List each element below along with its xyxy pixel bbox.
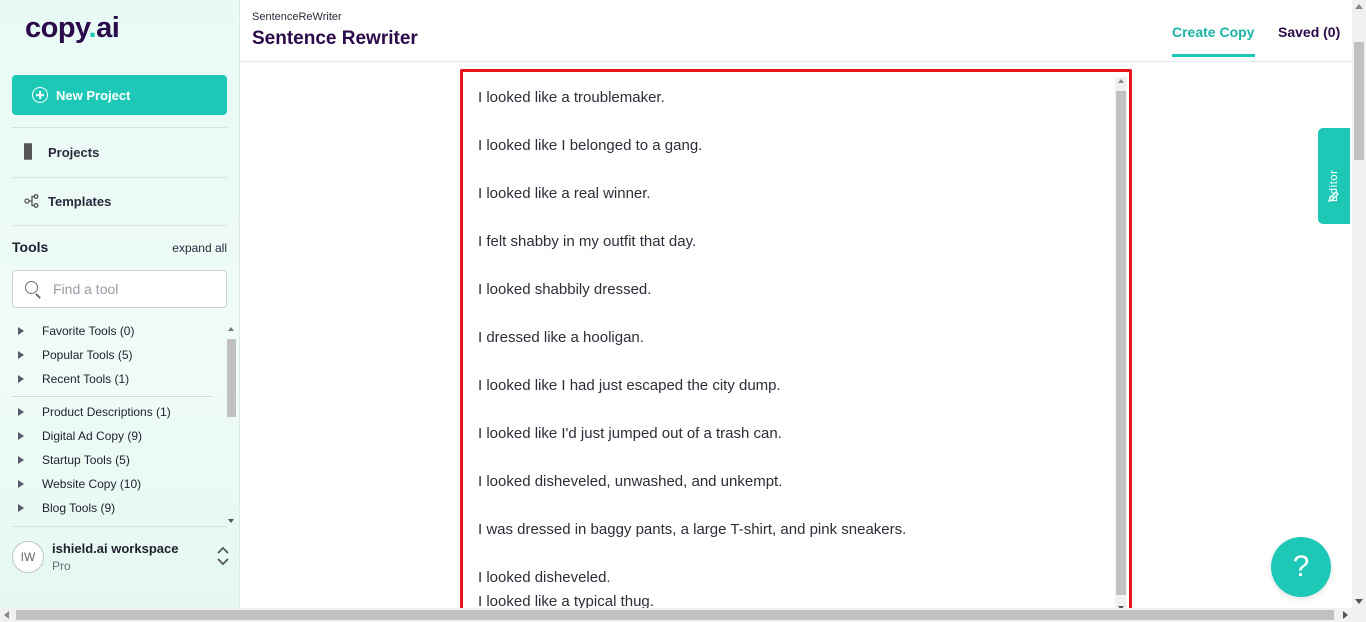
- caret-right-icon: [18, 432, 24, 440]
- tool-group-label: Favorite Tools (0): [42, 324, 135, 338]
- editor-blank-line: [478, 158, 1108, 182]
- caret-right-icon: [18, 375, 24, 383]
- templates-icon: [24, 193, 40, 209]
- breadcrumb[interactable]: SentenceReWriter: [252, 11, 342, 23]
- new-project-label: New Project: [56, 87, 131, 103]
- tab-create-copy[interactable]: Create Copy: [1172, 24, 1254, 40]
- scroll-up-arrow-icon[interactable]: [228, 327, 234, 331]
- scroll-up-arrow-icon[interactable]: [1118, 79, 1124, 83]
- tool-group-popular[interactable]: Popular Tools (5): [12, 348, 133, 362]
- scroll-up-arrow-icon[interactable]: [1355, 4, 1363, 9]
- templates-label: Templates: [48, 193, 112, 209]
- scroll-right-arrow-icon[interactable]: [1343, 611, 1348, 619]
- editor-blank-line: [478, 494, 1108, 518]
- editor-blank-line: [478, 542, 1108, 566]
- tool-list-divider: [12, 396, 212, 397]
- tool-group-list: Favorite Tools (0) Popular Tools (5) Rec…: [12, 320, 224, 525]
- editor-line: I looked like a real winner.: [478, 185, 651, 202]
- sidebar-divider: [12, 526, 227, 527]
- tools-title: Tools: [12, 239, 49, 255]
- output-editor[interactable]: I looked like a troublemaker. I looked li…: [460, 69, 1132, 614]
- editor-line: I was dressed in baggy pants, a large T-…: [478, 521, 907, 538]
- tool-group-label: Startup Tools (5): [42, 453, 130, 467]
- sidebar-divider: [12, 177, 227, 178]
- sidebar-item-projects[interactable]: Projects: [24, 143, 100, 160]
- editor-blank-line: [478, 446, 1108, 470]
- tools-header: Tools expand all: [12, 239, 227, 255]
- workspace-switcher[interactable]: IW ishield.ai workspace Pro: [12, 541, 230, 573]
- sidebar: copy.ai New Project Projects Templates T…: [0, 0, 240, 608]
- editor-side-tab-label: Editor: [1328, 169, 1340, 202]
- editor-blank-line: [478, 398, 1108, 422]
- editor-side-tab[interactable]: Editor: [1318, 128, 1350, 224]
- copyai-logo[interactable]: copy.ai: [25, 12, 120, 45]
- workspace-plan: Pro: [52, 559, 71, 573]
- tab-saved[interactable]: Saved (0): [1278, 24, 1340, 40]
- tool-group-label: Blog Tools (9): [42, 501, 116, 515]
- caret-right-icon: [18, 408, 24, 416]
- tool-group-recent[interactable]: Recent Tools (1): [12, 372, 129, 386]
- editor-line: I looked like a troublemaker.: [478, 89, 665, 106]
- page-header: SentenceReWriter Sentence Rewriter Creat…: [241, 0, 1352, 62]
- editor-line: I looked like I'd just jumped out of a t…: [478, 425, 782, 442]
- tool-group-product-descriptions[interactable]: Product Descriptions (1): [12, 405, 171, 419]
- tool-group-favorite[interactable]: Favorite Tools (0): [12, 324, 134, 338]
- caret-right-icon: [18, 351, 24, 359]
- tool-group-startup-tools[interactable]: Startup Tools (5): [12, 453, 130, 467]
- workspace-name: ishield.ai workspace: [52, 541, 179, 556]
- tool-group-label: Recent Tools (1): [42, 372, 130, 386]
- editor-blank-line: [478, 206, 1108, 230]
- expand-all-link[interactable]: expand all: [172, 241, 227, 255]
- editor-line: I looked shabbily dressed.: [478, 281, 652, 298]
- projects-label: Projects: [48, 144, 100, 160]
- editor-line: I felt shabby in my outfit that day.: [478, 233, 697, 250]
- active-tab-indicator: [1172, 54, 1255, 57]
- caret-right-icon: [18, 456, 24, 464]
- page-vertical-scrollbar[interactable]: [1352, 0, 1366, 608]
- editor-line: I looked like I belonged to a gang.: [478, 137, 703, 154]
- tool-list-scrollbar[interactable]: [226, 327, 236, 523]
- editor-text[interactable]: I looked like a troublemaker. I looked li…: [478, 86, 1108, 614]
- avatar: IW: [12, 541, 44, 573]
- plus-circle-icon: [32, 87, 48, 103]
- tool-group-label: Digital Ad Copy (9): [42, 429, 143, 443]
- editor-line: I looked disheveled, unwashed, and unkem…: [478, 473, 783, 490]
- sidebar-divider: [12, 225, 227, 226]
- editor-blank-line: [478, 110, 1108, 134]
- editor-line: I dressed like a hooligan.: [478, 329, 644, 346]
- tool-search-input[interactable]: [53, 281, 213, 297]
- scrollbar-thumb[interactable]: [1354, 42, 1364, 160]
- caret-right-icon: [18, 327, 24, 335]
- scrollbar-thumb[interactable]: [227, 339, 236, 417]
- caret-right-icon: [18, 504, 24, 512]
- page-horizontal-scrollbar[interactable]: [0, 608, 1366, 622]
- tool-group-blog-tools[interactable]: Blog Tools (9): [12, 501, 115, 515]
- scrollbar-thumb[interactable]: [16, 610, 1334, 620]
- scrollbar-thumb[interactable]: [1116, 91, 1126, 595]
- tool-group-website-copy[interactable]: Website Copy (10): [12, 477, 141, 491]
- scroll-down-arrow-icon[interactable]: [1355, 599, 1363, 604]
- tool-search[interactable]: [12, 270, 227, 308]
- tool-group-label: Website Copy (10): [42, 477, 142, 491]
- editor-blank-line: [478, 350, 1108, 374]
- sidebar-divider: [12, 127, 227, 128]
- help-button[interactable]: ?: [1271, 537, 1331, 597]
- editor-line: I looked disheveled.: [478, 569, 611, 586]
- grid-icon: [24, 143, 40, 160]
- new-project-button[interactable]: New Project: [12, 75, 227, 115]
- tool-group-label: Popular Tools (5): [42, 348, 133, 362]
- sidebar-item-templates[interactable]: Templates: [24, 193, 111, 209]
- search-icon: [25, 281, 41, 297]
- caret-right-icon: [18, 480, 24, 488]
- chevron-up-down-icon[interactable]: [216, 545, 230, 567]
- editor-line: I looked like I had just escaped the cit…: [478, 377, 781, 394]
- editor-scrollbar[interactable]: [1115, 77, 1127, 612]
- editor-blank-line: [478, 302, 1108, 326]
- tool-group-label: Product Descriptions (1): [42, 405, 171, 419]
- scroll-down-arrow-icon[interactable]: [228, 519, 234, 523]
- scroll-left-arrow-icon[interactable]: [4, 611, 9, 619]
- page-title: Sentence Rewriter: [252, 28, 418, 49]
- tool-group-digital-ad-copy[interactable]: Digital Ad Copy (9): [12, 429, 142, 443]
- editor-blank-line: [478, 254, 1108, 278]
